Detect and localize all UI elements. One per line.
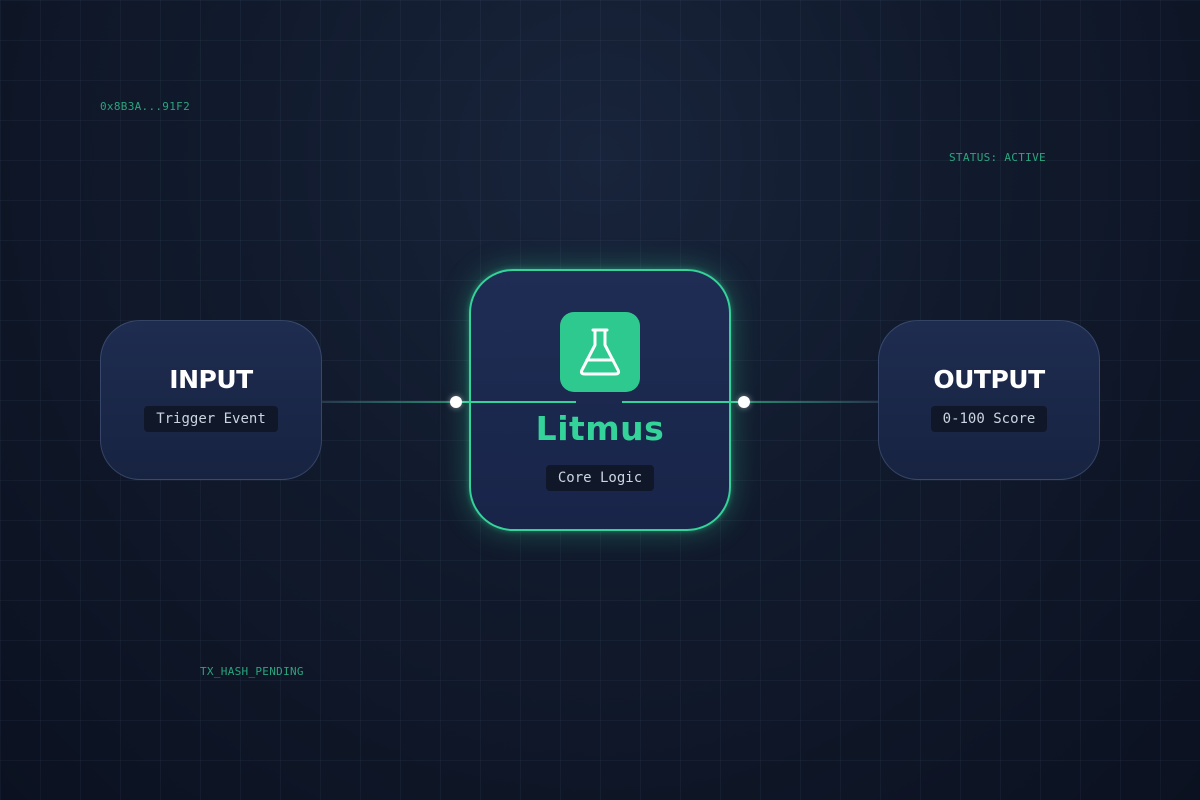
core-inner-line-right (622, 401, 744, 403)
output-port-dot[interactable] (738, 396, 750, 408)
core-inner-line-left (456, 401, 576, 403)
core-node-tag: Core Logic (545, 465, 655, 491)
input-node[interactable]: INPUT Trigger Event (100, 320, 322, 480)
input-node-title: INPUT (169, 365, 253, 394)
output-node-title: OUTPUT (933, 365, 1045, 394)
flask-icon (560, 312, 640, 392)
output-node[interactable]: OUTPUT 0-100 Score (878, 320, 1100, 480)
input-node-tag: Trigger Event (144, 406, 278, 432)
core-node-title: Litmus (535, 409, 665, 448)
output-connector-line (744, 401, 880, 403)
address-label: 0x8B3A...91F2 (100, 100, 190, 113)
input-port-dot[interactable] (450, 396, 462, 408)
input-connector-line (320, 401, 456, 403)
output-node-tag: 0-100 Score (930, 406, 1048, 432)
core-node[interactable]: Litmus Core Logic (469, 269, 731, 531)
tx-hash-label: TX_HASH_PENDING (200, 665, 304, 678)
status-label: STATUS: ACTIVE (949, 151, 1046, 164)
